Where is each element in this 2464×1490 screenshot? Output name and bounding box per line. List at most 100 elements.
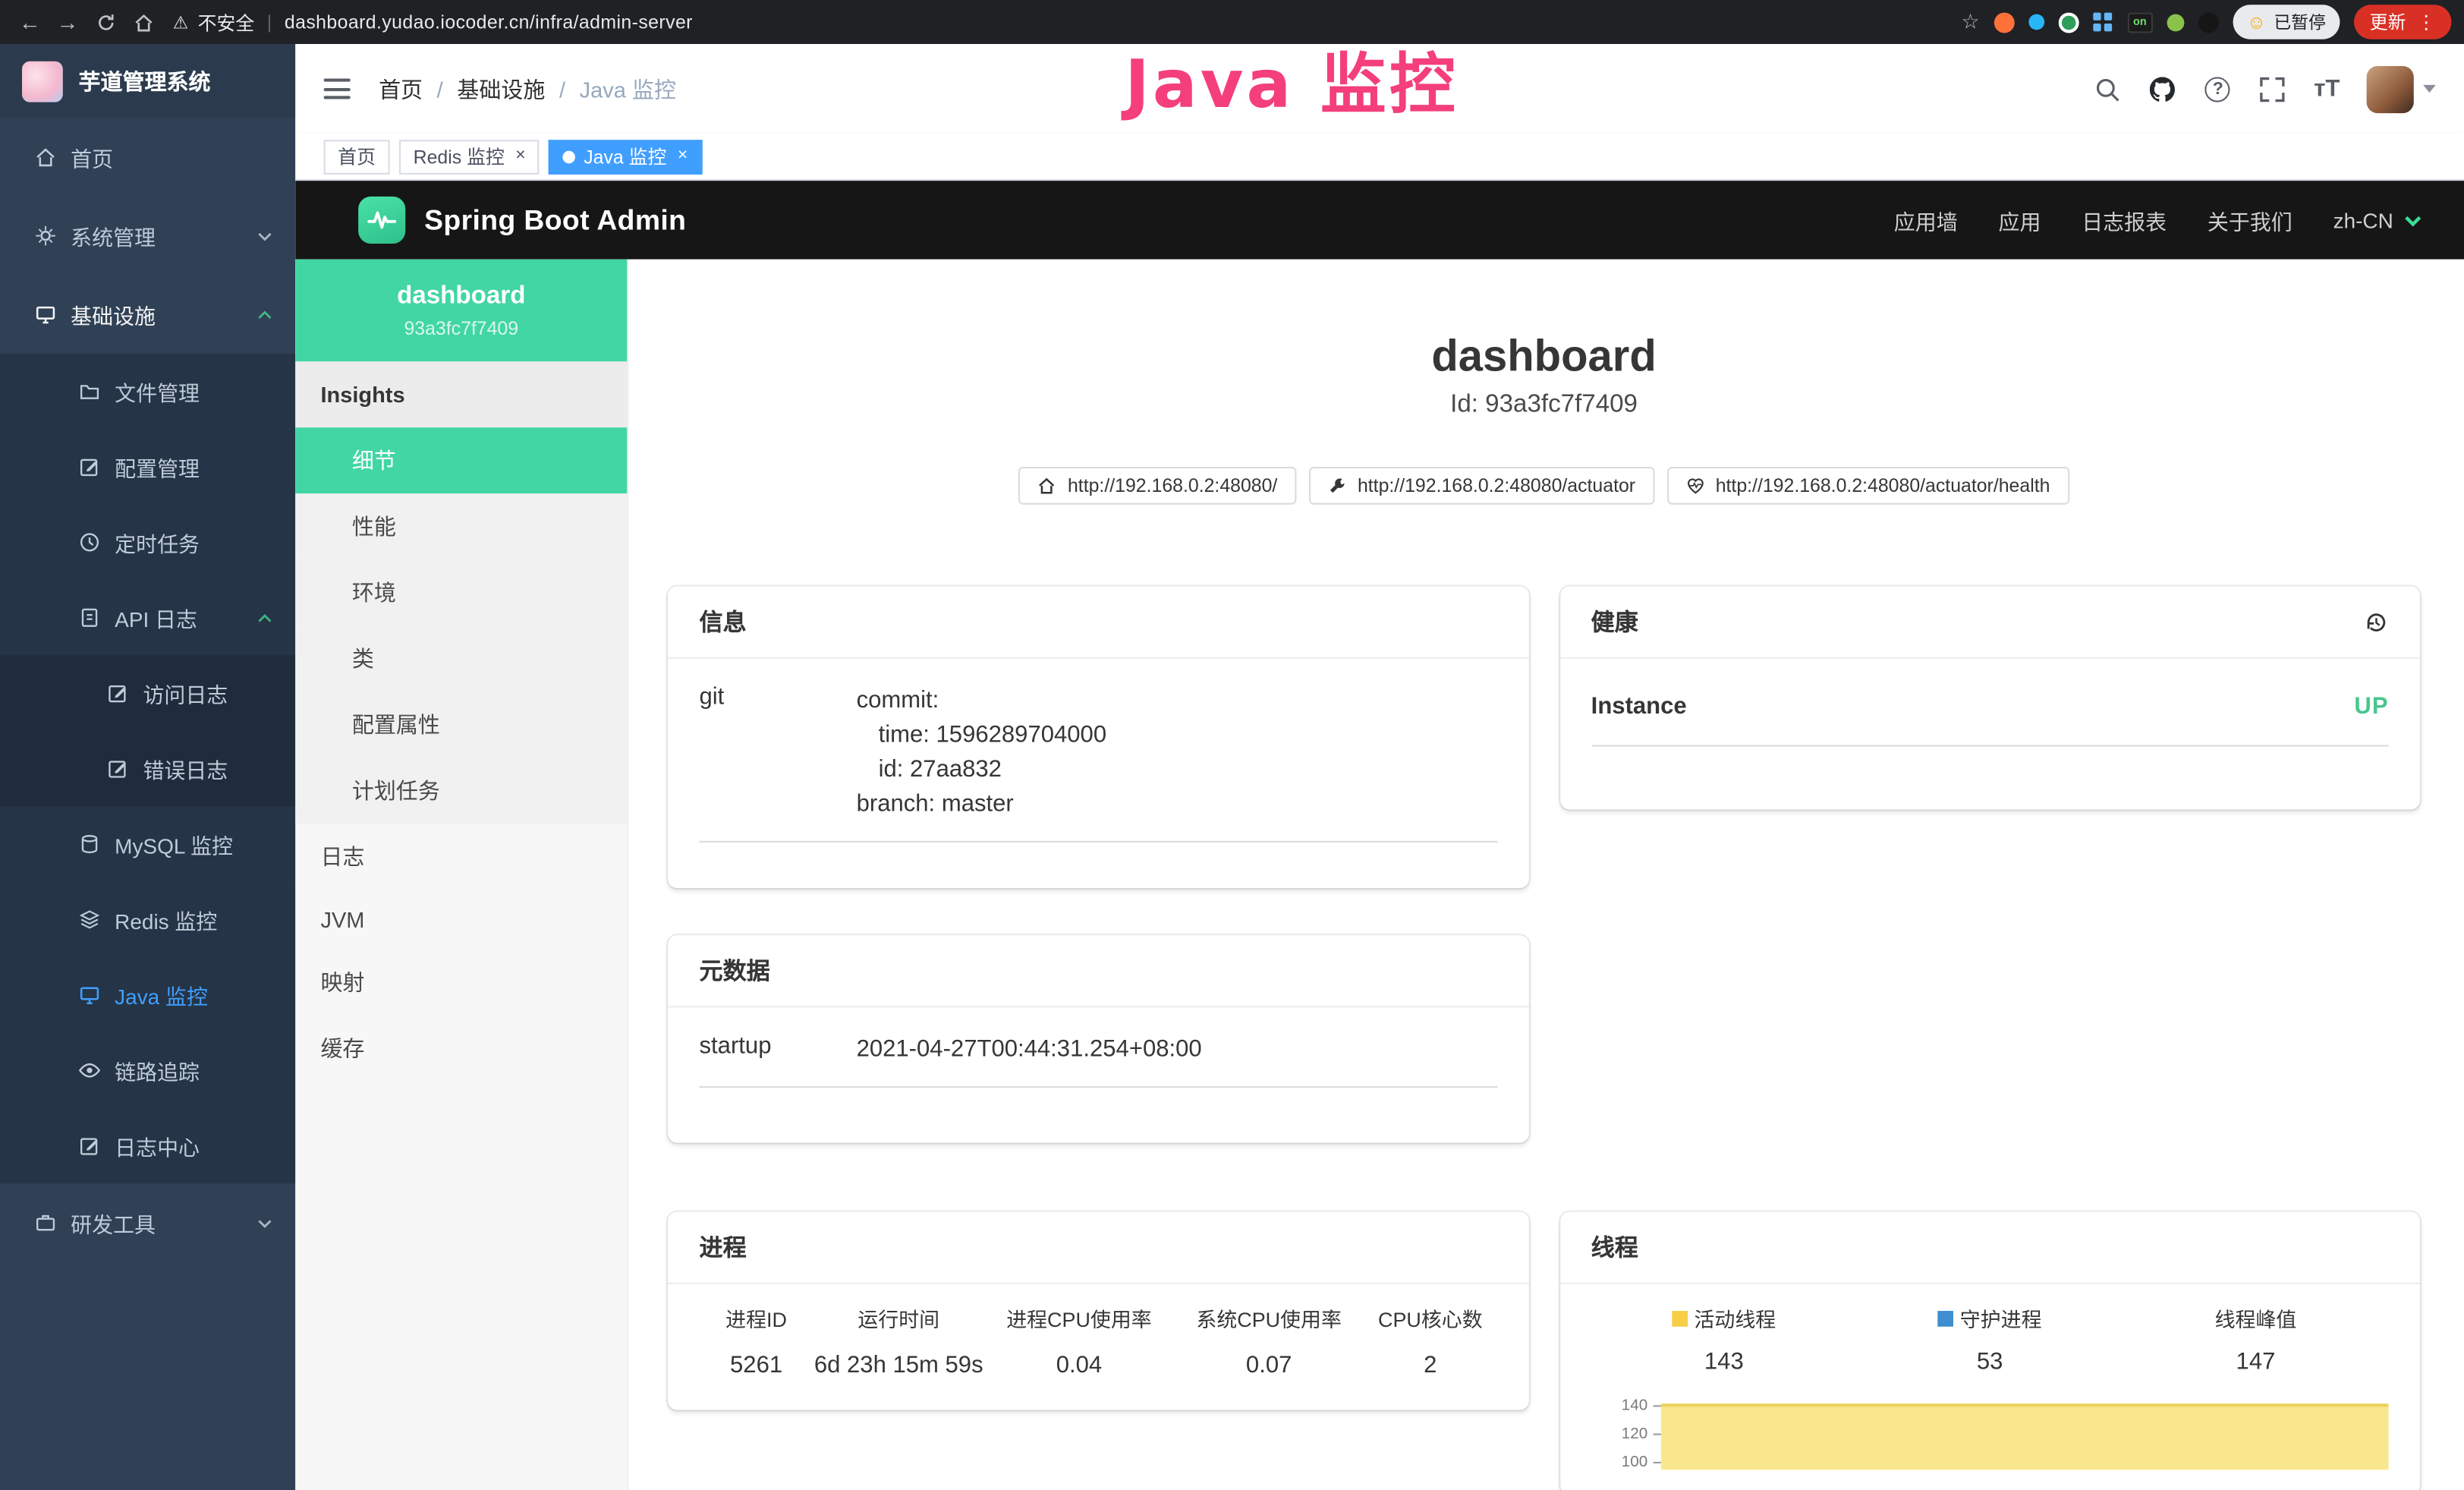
sba-item-configprops[interactable]: 配置属性: [295, 691, 627, 758]
search-icon[interactable]: [2094, 74, 2122, 102]
extension-icon-drop[interactable]: [2028, 14, 2044, 30]
sba-item-metrics[interactable]: 性能: [295, 493, 627, 559]
extension-icon-green[interactable]: [2058, 12, 2079, 33]
breadcrumb-infra[interactable]: 基础设施: [457, 73, 545, 104]
sidebar-item-redis-monitor[interactable]: Redis 监控: [0, 882, 295, 957]
extension-icon-dark[interactable]: [2198, 12, 2218, 33]
history-icon[interactable]: [2363, 609, 2388, 634]
sba-nav-journal[interactable]: 日志报表: [2082, 204, 2167, 235]
browser-home-icon[interactable]: [126, 5, 161, 39]
caret-down-icon: [2423, 85, 2436, 93]
sidebar-item-error-log[interactable]: 错误日志: [0, 731, 295, 806]
browser-update-button[interactable]: 更新 ⋮: [2354, 5, 2451, 39]
sidebar-item-api-log[interactable]: API 日志: [0, 580, 295, 655]
text-size-icon[interactable]: тT: [2314, 75, 2340, 102]
forward-icon[interactable]: →: [50, 5, 85, 39]
threads-chart-plot: [1660, 1397, 2389, 1470]
sidebar-item-home[interactable]: 首页: [0, 118, 295, 197]
monitor-icon: [35, 304, 57, 326]
sba-sidebar: dashboard 93a3fc7f7409 Insights 细节 性能 环境…: [295, 260, 628, 1490]
home-icon: [35, 146, 57, 169]
kebab-menu-icon[interactable]: ⋮: [2417, 11, 2436, 33]
process-col-uptime: 运行时间 6d 23h 15m 59s: [813, 1303, 984, 1385]
java-monitor-icon: [79, 984, 101, 1006]
extension-on-badge[interactable]: on: [2127, 12, 2152, 33]
breadcrumb-current: Java 监控: [580, 73, 676, 104]
sidebar-item-log-center[interactable]: 日志中心: [0, 1108, 295, 1183]
paused-extension-badge[interactable]: ☺ 已暂停: [2233, 5, 2340, 39]
sba-nav: 应用墙 应用 日志报表 关于我们 zh-CN: [1894, 204, 2423, 235]
sba-item-classes[interactable]: 类: [295, 625, 627, 691]
process-col-pid: 进程ID 5261: [700, 1303, 813, 1385]
instance-title: dashboard: [668, 332, 2420, 382]
url-text[interactable]: dashboard.yudao.iocoder.cn/infra/admin-s…: [285, 11, 693, 33]
sidebar-item-system[interactable]: 系统管理: [0, 197, 295, 276]
database-icon: [79, 833, 101, 855]
admin-header: 首页 / 基础设施 / Java 监控 ?: [295, 44, 2464, 134]
tab-java-monitor[interactable]: Java 监控 ×: [549, 139, 702, 174]
sba-item-mappings[interactable]: 映射: [295, 950, 627, 1016]
reload-icon[interactable]: [88, 5, 123, 39]
process-col-process-cpu: 进程CPU使用率 0.04: [984, 1303, 1174, 1385]
extension-icon-sprout[interactable]: [2167, 14, 2184, 31]
sidebar-item-file-management[interactable]: 文件管理: [0, 354, 295, 429]
threads-card-title: 线程: [1591, 1230, 1638, 1263]
close-icon[interactable]: ×: [515, 148, 525, 165]
security-warning-icon: ⚠: [173, 12, 188, 33]
sba-item-scheduled-tasks[interactable]: 计划任务: [295, 758, 627, 824]
actuator-url-link[interactable]: http://192.168.0.2:48080/actuator: [1309, 467, 1654, 505]
sba-logo-icon[interactable]: [358, 197, 405, 244]
file-icon: [79, 380, 101, 402]
sba-nav-applications[interactable]: 应用: [1999, 204, 2041, 235]
extension-icon-orange[interactable]: [1994, 12, 2014, 33]
tab-home[interactable]: 首页: [324, 139, 390, 174]
sba-nav-wallboard[interactable]: 应用墙: [1894, 204, 1958, 235]
toolbox-icon: [35, 1212, 57, 1234]
service-url-link[interactable]: http://192.168.0.2:48080/: [1019, 467, 1296, 505]
sba-item-jvm[interactable]: JVM: [295, 890, 627, 950]
health-url-link[interactable]: http://192.168.0.2:48080/actuator/health: [1667, 467, 2069, 505]
address-bar[interactable]: ⚠ 不安全 | dashboard.yudao.iocoder.cn/infra…: [173, 8, 693, 35]
back-icon[interactable]: ←: [13, 5, 48, 39]
sba-brand[interactable]: Spring Boot Admin: [424, 203, 686, 236]
app-logo-row[interactable]: 芋道管理系统: [0, 44, 295, 118]
edit-icon: [79, 456, 101, 478]
sba-item-environment[interactable]: 环境: [295, 559, 627, 625]
sidebar-item-java-monitor[interactable]: Java 监控: [0, 957, 295, 1032]
hamburger-icon[interactable]: [324, 79, 351, 99]
process-table: 进程ID 5261 运行时间 6d 23h 15m 59s: [700, 1284, 1497, 1385]
access-log-icon: [107, 682, 129, 704]
help-icon[interactable]: ?: [2204, 74, 2232, 102]
wrench-icon: [1328, 476, 1347, 495]
bookmark-star-icon[interactable]: ☆: [1962, 9, 1980, 34]
stat-live-threads: 活动线程 143: [1591, 1303, 1857, 1375]
sidebar-item-scheduled-jobs[interactable]: 定时任务: [0, 505, 295, 580]
live-threads-color-chip: [1672, 1310, 1688, 1326]
security-badge[interactable]: 不安全: [198, 8, 255, 35]
instance-header[interactable]: dashboard 93a3fc7f7409: [295, 260, 627, 362]
paused-badge-label: 已暂停: [2274, 9, 2325, 34]
sba-item-details[interactable]: 细节: [295, 427, 627, 493]
language-selector[interactable]: zh-CN: [2333, 208, 2424, 232]
avatar[interactable]: [2367, 65, 2414, 112]
sba-navbar: Spring Boot Admin 应用墙 应用 日志报表 关于我们 zh-CN: [295, 181, 2464, 260]
breadcrumb-home[interactable]: 首页: [379, 73, 423, 104]
sidebar-item-infra[interactable]: 基础设施: [0, 275, 295, 354]
sba-item-logfile[interactable]: 日志: [295, 824, 627, 890]
user-menu[interactable]: [2367, 65, 2436, 112]
git-info-row: git commit: time: 1596289704000 id: 27aa…: [700, 659, 1497, 843]
sidebar-item-access-log[interactable]: 访问日志: [0, 656, 295, 731]
sidebar-item-mysql-monitor[interactable]: MySQL 监控: [0, 806, 295, 881]
close-icon[interactable]: ×: [678, 148, 688, 165]
browser-extensions-area: ☆ on ☺ 已暂停 更新 ⋮: [1962, 5, 2452, 39]
chevron-down-icon: [256, 227, 274, 244]
fullscreen-icon[interactable]: [2259, 74, 2287, 102]
sba-item-caches[interactable]: 缓存: [295, 1016, 627, 1082]
sba-nav-about[interactable]: 关于我们: [2208, 204, 2292, 235]
sidebar-item-config-management[interactable]: 配置管理: [0, 429, 295, 504]
sidebar-item-dev-tools[interactable]: 研发工具: [0, 1183, 295, 1262]
sidebar-item-tracing[interactable]: 链路追踪: [0, 1033, 295, 1108]
tab-redis-monitor[interactable]: Redis 监控 ×: [399, 139, 540, 174]
github-icon[interactable]: [2149, 74, 2177, 102]
extension-icon-grid[interactable]: [2093, 12, 2113, 33]
